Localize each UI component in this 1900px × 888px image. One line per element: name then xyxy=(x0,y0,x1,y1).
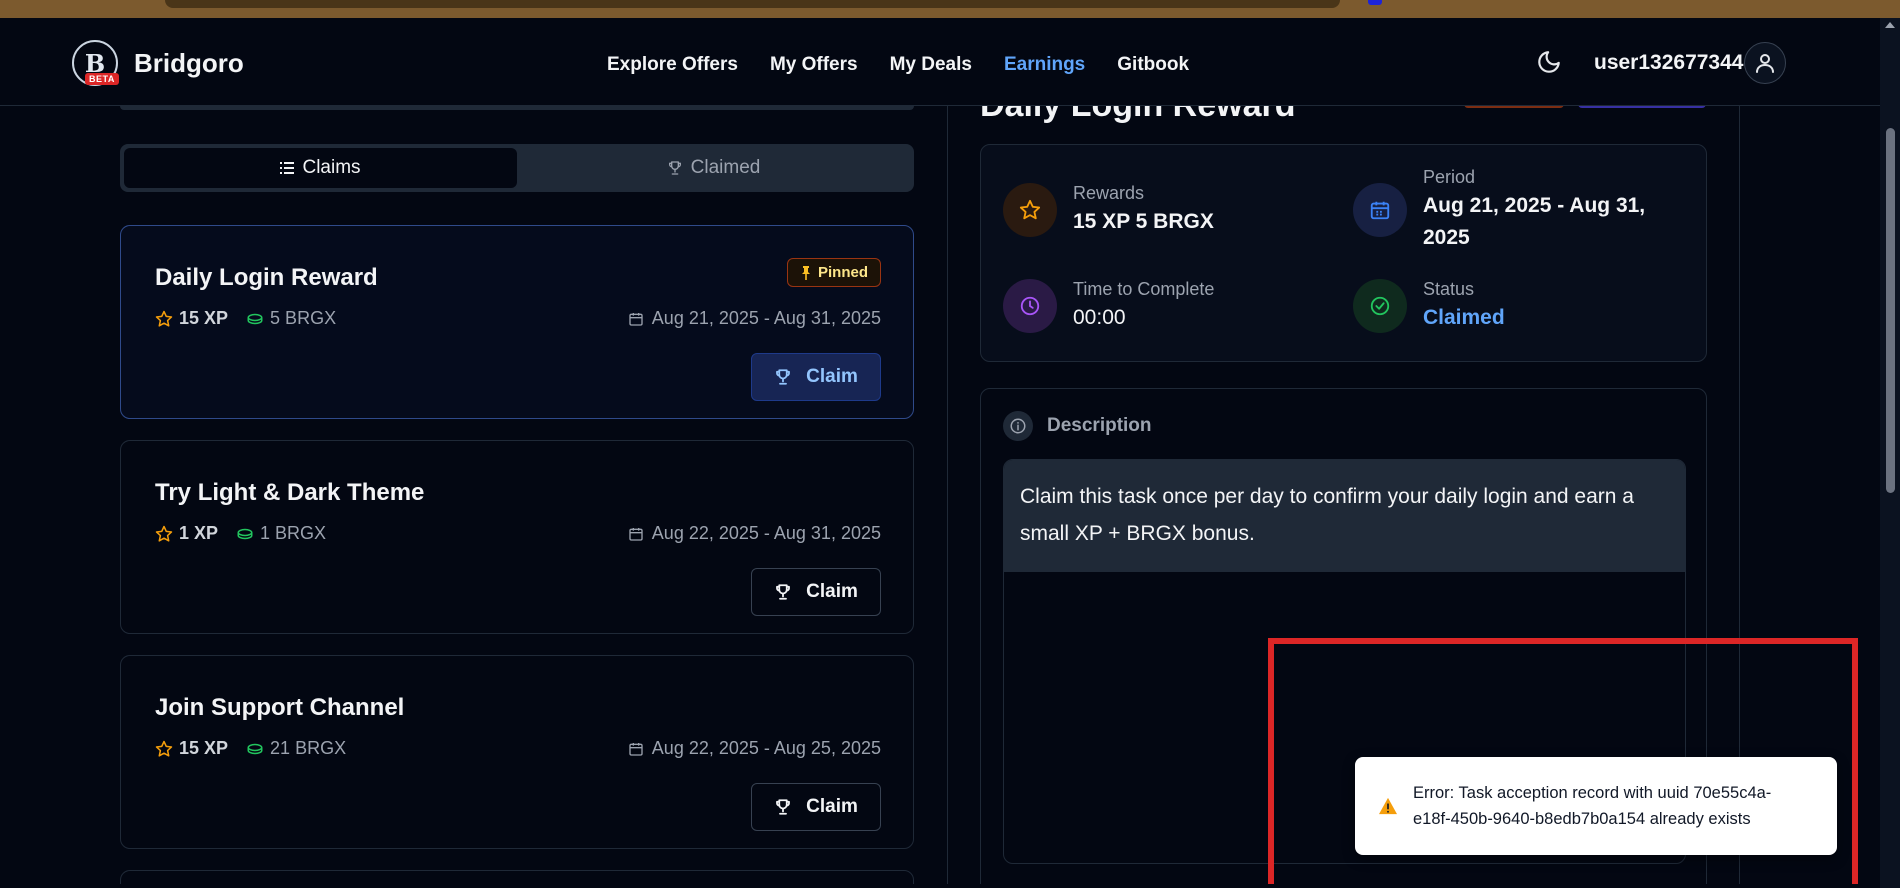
check-circle-icon xyxy=(1353,279,1407,333)
task-date: Aug 21, 2025 - Aug 31, 2025 xyxy=(628,308,881,329)
browser-address-bar[interactable] xyxy=(165,0,1340,8)
star-icon xyxy=(155,525,173,542)
pinned-badge: Pinned xyxy=(786,258,881,287)
task-rewards: 15 XP 5 BRGX xyxy=(155,308,336,329)
main-nav: Explore Offers My Offers My Deals Earnin… xyxy=(607,54,1221,76)
beta-badge: BETA xyxy=(85,73,119,85)
error-toast[interactable]: Error: Task acception record with uuid 7… xyxy=(1355,757,1837,855)
nav-gitbook[interactable]: Gitbook xyxy=(1117,54,1189,76)
tab-claims-label: Claims xyxy=(302,157,361,178)
scrolled-panel-edge xyxy=(120,106,914,110)
task-date-range: Aug 22, 2025 - Aug 25, 2025 xyxy=(651,738,881,758)
period-label: Period xyxy=(1423,167,1476,187)
status-value: Claimed xyxy=(1423,306,1505,329)
claim-button[interactable]: Claim xyxy=(751,783,881,831)
status-label: Status xyxy=(1423,279,1475,299)
list-icon xyxy=(280,162,295,174)
page: B BETA Bridgoro Explore Offers My Offers… xyxy=(0,18,1880,884)
clock-icon xyxy=(1003,279,1057,333)
time-value: 00:00 xyxy=(1073,306,1126,329)
trophy-icon xyxy=(776,584,791,600)
task-xp: 15 XP xyxy=(179,308,229,328)
error-message: Error: Task acception record with uuid 7… xyxy=(1413,784,1772,828)
tab-claims[interactable]: Claims xyxy=(124,148,517,188)
star-icon xyxy=(1003,183,1057,237)
task-info-box: Rewards 15 XP 5 BRGX Period Aug 21, 2025… xyxy=(980,144,1707,362)
calendar-icon xyxy=(629,742,643,756)
task-xp: 1 XP xyxy=(179,523,219,543)
claims-tabs: Claims Claimed xyxy=(120,144,914,192)
nav-earnings[interactable]: Earnings xyxy=(1004,54,1085,76)
calendar-icon xyxy=(629,527,643,541)
moon-icon[interactable] xyxy=(1536,49,1562,75)
task-card[interactable]: Daily Login Reward Pinned 15 XP 5 BRGX A… xyxy=(120,225,914,419)
page-scrollbar[interactable] xyxy=(1880,18,1900,888)
task-title: Daily Login Reward xyxy=(155,264,378,291)
task-rewards: 15 XP 21 BRGX xyxy=(155,738,346,759)
info-icon xyxy=(1003,411,1033,441)
task-xp: 15 XP xyxy=(179,738,229,758)
status-info: Status Claimed xyxy=(1353,279,1505,334)
rewards-label: Rewards xyxy=(1073,183,1145,203)
star-icon xyxy=(155,310,173,327)
task-rewards: 1 XP 1 BRGX xyxy=(155,523,326,544)
tab-claimed[interactable]: Claimed xyxy=(517,148,910,188)
claim-button[interactable]: Claim xyxy=(751,353,881,401)
task-date: Aug 22, 2025 - Aug 31, 2025 xyxy=(628,523,881,544)
scrollbar-thumb[interactable] xyxy=(1886,128,1895,493)
period-value: Aug 21, 2025 - Aug 31, 2025 xyxy=(1423,194,1646,249)
warning-icon xyxy=(1379,797,1397,815)
nav-my-deals[interactable]: My Deals xyxy=(890,54,972,76)
calendar-icon xyxy=(629,312,643,326)
task-brgx: 1 BRGX xyxy=(260,523,327,543)
pinned-label: Pinned xyxy=(817,264,868,281)
claim-button-label: Claim xyxy=(806,366,858,387)
period-info: Period Aug 21, 2025 - Aug 31, 2025 xyxy=(1353,167,1683,254)
description-text: Claim this task once per day to confirm … xyxy=(1004,460,1685,572)
task-date-range: Aug 22, 2025 - Aug 31, 2025 xyxy=(651,523,881,543)
tab-claimed-label: Claimed xyxy=(690,157,761,178)
rewards-info: Rewards 15 XP 5 BRGX xyxy=(1003,183,1214,238)
brand-name[interactable]: Bridgoro xyxy=(134,48,244,79)
claim-button[interactable]: Claim xyxy=(751,568,881,616)
task-date-range: Aug 21, 2025 - Aug 31, 2025 xyxy=(651,308,881,328)
user-icon xyxy=(1756,54,1774,73)
browser-top-strip xyxy=(0,0,1900,18)
trophy-icon xyxy=(668,161,681,175)
task-title: Try Light & Dark Theme xyxy=(155,479,425,506)
nav-my-offers[interactable]: My Offers xyxy=(770,54,858,76)
trophy-icon xyxy=(776,799,791,815)
scroll-up-arrow-icon[interactable] xyxy=(1885,22,1895,28)
time-label: Time to Complete xyxy=(1073,279,1215,299)
claim-button-label: Claim xyxy=(806,796,858,817)
username[interactable]: user132677344 xyxy=(1594,51,1743,75)
claim-button-label: Claim xyxy=(806,581,858,602)
calendar-icon xyxy=(1353,183,1407,237)
trophy-icon xyxy=(776,369,791,385)
task-card[interactable] xyxy=(120,870,914,884)
coin-icon xyxy=(247,743,263,754)
task-brgx: 5 BRGX xyxy=(270,308,337,328)
time-info: Time to Complete 00:00 xyxy=(1003,279,1214,334)
column-divider xyxy=(947,106,948,884)
rewards-value: 15 XP 5 BRGX xyxy=(1073,210,1214,233)
task-title: Join Support Channel xyxy=(155,694,405,721)
browser-extension-icon[interactable] xyxy=(1368,0,1382,5)
nav-explore-offers[interactable]: Explore Offers xyxy=(607,54,738,76)
description-label: Description xyxy=(1047,415,1152,436)
task-card[interactable]: Join Support Channel 15 XP 21 BRGX Aug 2… xyxy=(120,655,914,849)
star-icon xyxy=(155,740,173,757)
pin-icon xyxy=(801,265,810,280)
description-header: Description xyxy=(1003,411,1152,441)
task-brgx: 21 BRGX xyxy=(270,738,347,758)
top-navbar: B BETA Bridgoro Explore Offers My Offers… xyxy=(0,18,1880,106)
coin-icon xyxy=(237,528,253,539)
coin-icon xyxy=(247,313,263,324)
avatar-button[interactable] xyxy=(1744,42,1786,84)
task-card[interactable]: Try Light & Dark Theme 1 XP 1 BRGX Aug 2… xyxy=(120,440,914,634)
task-date: Aug 22, 2025 - Aug 25, 2025 xyxy=(628,738,881,759)
